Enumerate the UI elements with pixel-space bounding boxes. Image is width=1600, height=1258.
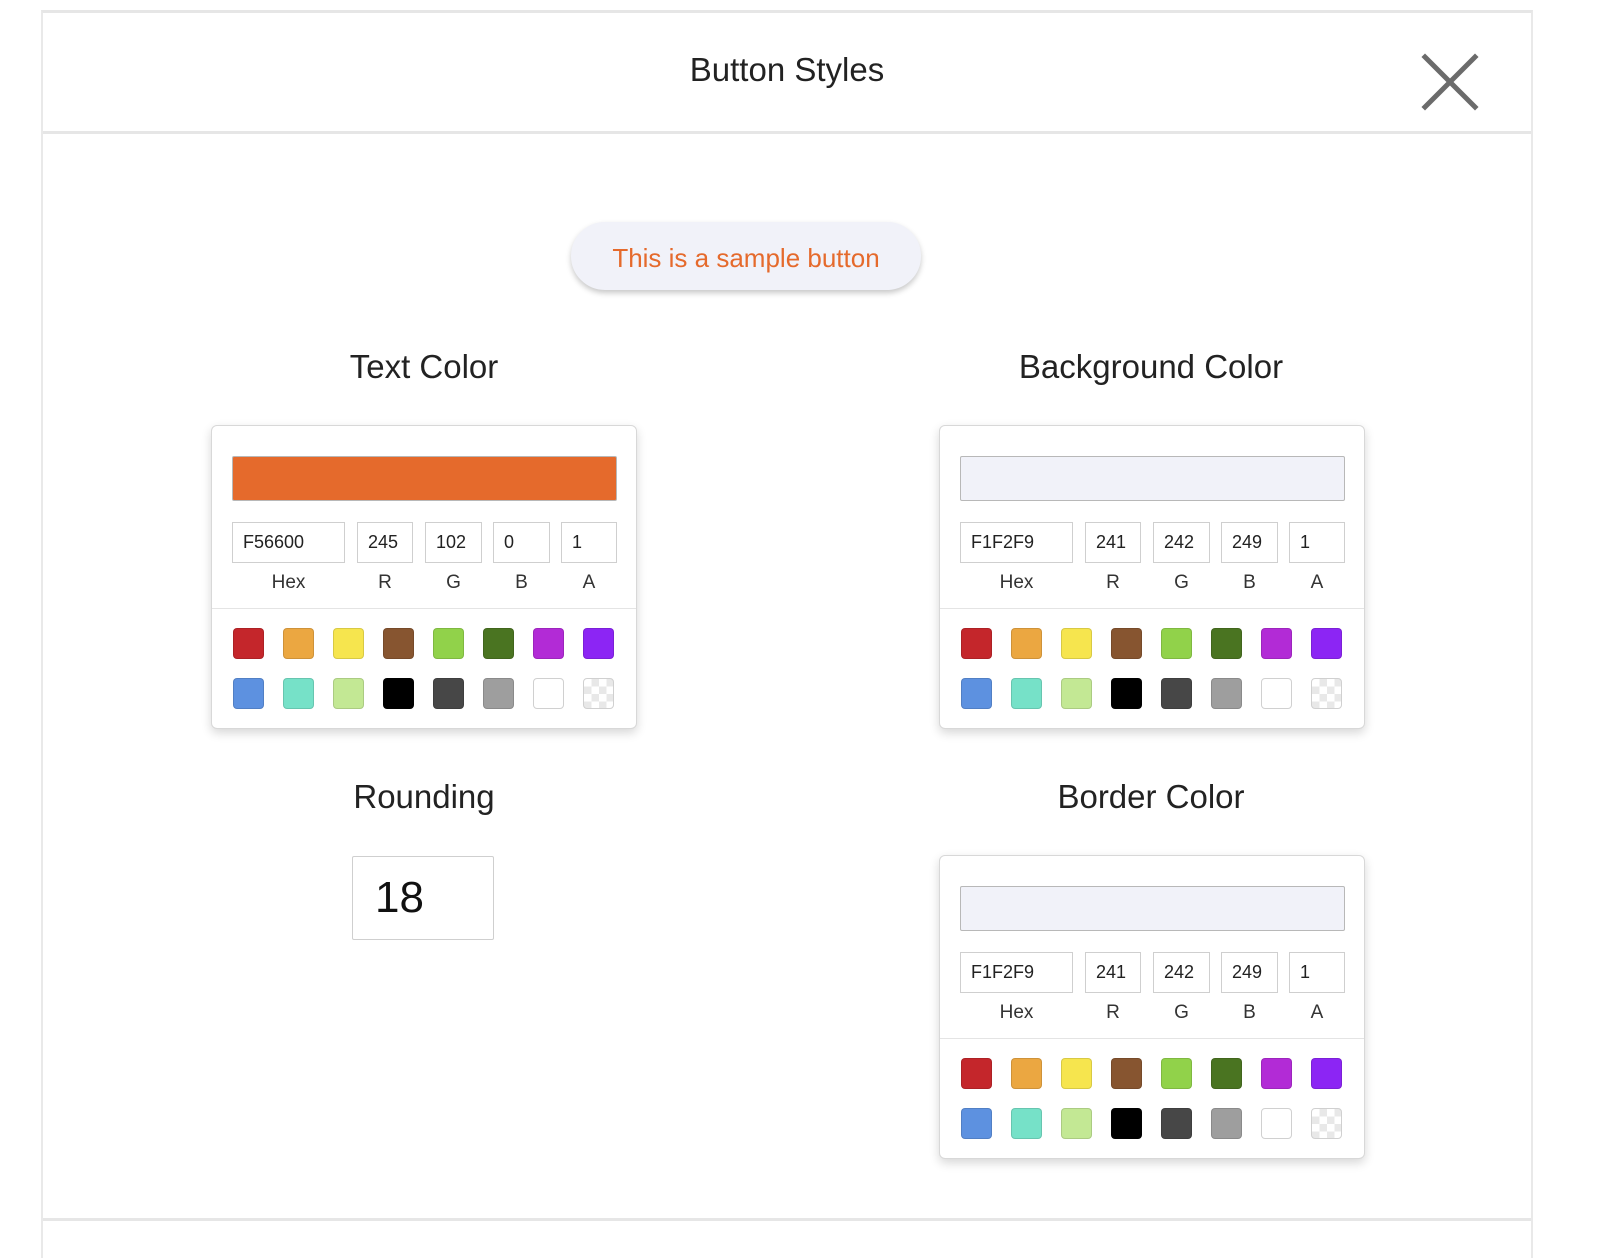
picker-divider — [940, 1038, 1364, 1039]
preset-swatch[interactable] — [1111, 628, 1142, 659]
a-input[interactable] — [1289, 952, 1345, 993]
preset-swatch[interactable] — [1211, 1108, 1242, 1139]
r-input[interactable] — [1085, 522, 1141, 563]
color-preview-swatch — [232, 456, 617, 501]
preset-swatch[interactable] — [483, 628, 514, 659]
rounding-heading: Rounding — [353, 778, 495, 815]
preset-swatch-transparent[interactable] — [1311, 1108, 1342, 1139]
preset-swatch[interactable] — [1211, 678, 1242, 709]
text-color-picker: Hex R G B A — [211, 425, 637, 729]
g-label: G — [1174, 1002, 1189, 1023]
preset-swatch[interactable] — [1011, 1108, 1042, 1139]
preset-swatch[interactable] — [283, 628, 314, 659]
hex-label: Hex — [271, 572, 306, 593]
preset-swatch-transparent[interactable] — [583, 678, 614, 709]
preset-swatch[interactable] — [1061, 628, 1092, 659]
g-label: G — [446, 572, 461, 593]
preset-swatch[interactable] — [1261, 1108, 1292, 1139]
b-label: B — [1243, 1002, 1256, 1023]
a-label: A — [582, 572, 596, 593]
preset-swatch[interactable] — [1011, 628, 1042, 659]
preset-swatch[interactable] — [383, 628, 414, 659]
r-input[interactable] — [1085, 952, 1141, 993]
r-label: R — [378, 572, 392, 593]
a-input[interactable] — [1289, 522, 1345, 563]
background-color-picker: Hex R G B A — [939, 425, 1365, 729]
modal-header: Button Styles — [43, 13, 1531, 134]
preset-swatch[interactable] — [333, 628, 364, 659]
b-input[interactable] — [493, 522, 550, 563]
r-label: R — [1106, 572, 1120, 593]
preset-swatch[interactable] — [533, 678, 564, 709]
preset-swatch[interactable] — [1011, 678, 1042, 709]
preset-swatch[interactable] — [1211, 628, 1242, 659]
preset-swatch[interactable] — [961, 1058, 992, 1089]
a-input[interactable] — [561, 522, 617, 563]
g-input[interactable] — [1153, 952, 1210, 993]
preset-swatch[interactable] — [233, 628, 264, 659]
hex-label: Hex — [999, 1002, 1034, 1023]
preset-swatch[interactable] — [1161, 678, 1192, 709]
preset-swatch[interactable] — [961, 1108, 992, 1139]
border-color-heading: Border Color — [1057, 778, 1245, 815]
preset-swatch[interactable] — [1161, 1058, 1192, 1089]
g-input[interactable] — [425, 522, 482, 563]
preset-swatch[interactable] — [1061, 1058, 1092, 1089]
preset-swatch[interactable] — [383, 678, 414, 709]
close-icon[interactable] — [1421, 53, 1479, 111]
a-label: A — [1310, 572, 1324, 593]
color-preview-swatch — [960, 886, 1345, 931]
preset-swatch[interactable] — [1261, 1058, 1292, 1089]
text-color-heading: Text Color — [349, 348, 499, 385]
sample-button[interactable]: This is a sample button — [571, 222, 921, 290]
background-color-heading: Background Color — [1018, 348, 1284, 385]
preset-swatch[interactable] — [961, 678, 992, 709]
modal-title: Button Styles — [689, 51, 885, 88]
preset-swatch[interactable] — [433, 628, 464, 659]
color-preview-swatch — [960, 456, 1345, 501]
g-input[interactable] — [1153, 522, 1210, 563]
preset-swatch[interactable] — [1311, 1058, 1342, 1089]
preset-swatch[interactable] — [433, 678, 464, 709]
picker-divider — [212, 608, 636, 609]
preset-swatch[interactable] — [1311, 628, 1342, 659]
preset-swatch[interactable] — [1261, 628, 1292, 659]
preset-swatch[interactable] — [533, 628, 564, 659]
b-input[interactable] — [1221, 522, 1278, 563]
preset-swatch[interactable] — [583, 628, 614, 659]
hex-label: Hex — [999, 572, 1034, 593]
preset-swatch-transparent[interactable] — [1311, 678, 1342, 709]
preset-swatch[interactable] — [1011, 1058, 1042, 1089]
preset-swatch[interactable] — [1111, 678, 1142, 709]
preset-swatch[interactable] — [1261, 678, 1292, 709]
b-label: B — [515, 572, 528, 593]
a-label: A — [1310, 1002, 1324, 1023]
preset-swatch[interactable] — [1061, 1108, 1092, 1139]
preset-swatch[interactable] — [1111, 1058, 1142, 1089]
picker-divider — [940, 608, 1364, 609]
r-label: R — [1106, 1002, 1120, 1023]
preset-swatch[interactable] — [1161, 1108, 1192, 1139]
preset-swatch[interactable] — [333, 678, 364, 709]
b-label: B — [1243, 572, 1256, 593]
preset-swatch[interactable] — [1161, 628, 1192, 659]
g-label: G — [1174, 572, 1189, 593]
hex-input[interactable] — [960, 522, 1073, 563]
preset-swatch[interactable] — [961, 628, 992, 659]
b-input[interactable] — [1221, 952, 1278, 993]
hex-input[interactable] — [232, 522, 345, 563]
preset-swatch[interactable] — [483, 678, 514, 709]
r-input[interactable] — [357, 522, 413, 563]
preset-swatch[interactable] — [1211, 1058, 1242, 1089]
border-color-picker: Hex R G B A — [939, 855, 1365, 1159]
rounding-input[interactable] — [352, 856, 494, 940]
preset-swatch[interactable] — [1061, 678, 1092, 709]
preset-swatch[interactable] — [233, 678, 264, 709]
modal-footer-divider — [43, 1218, 1531, 1221]
preset-swatch[interactable] — [1111, 1108, 1142, 1139]
hex-input[interactable] — [960, 952, 1073, 993]
preset-swatch[interactable] — [283, 678, 314, 709]
